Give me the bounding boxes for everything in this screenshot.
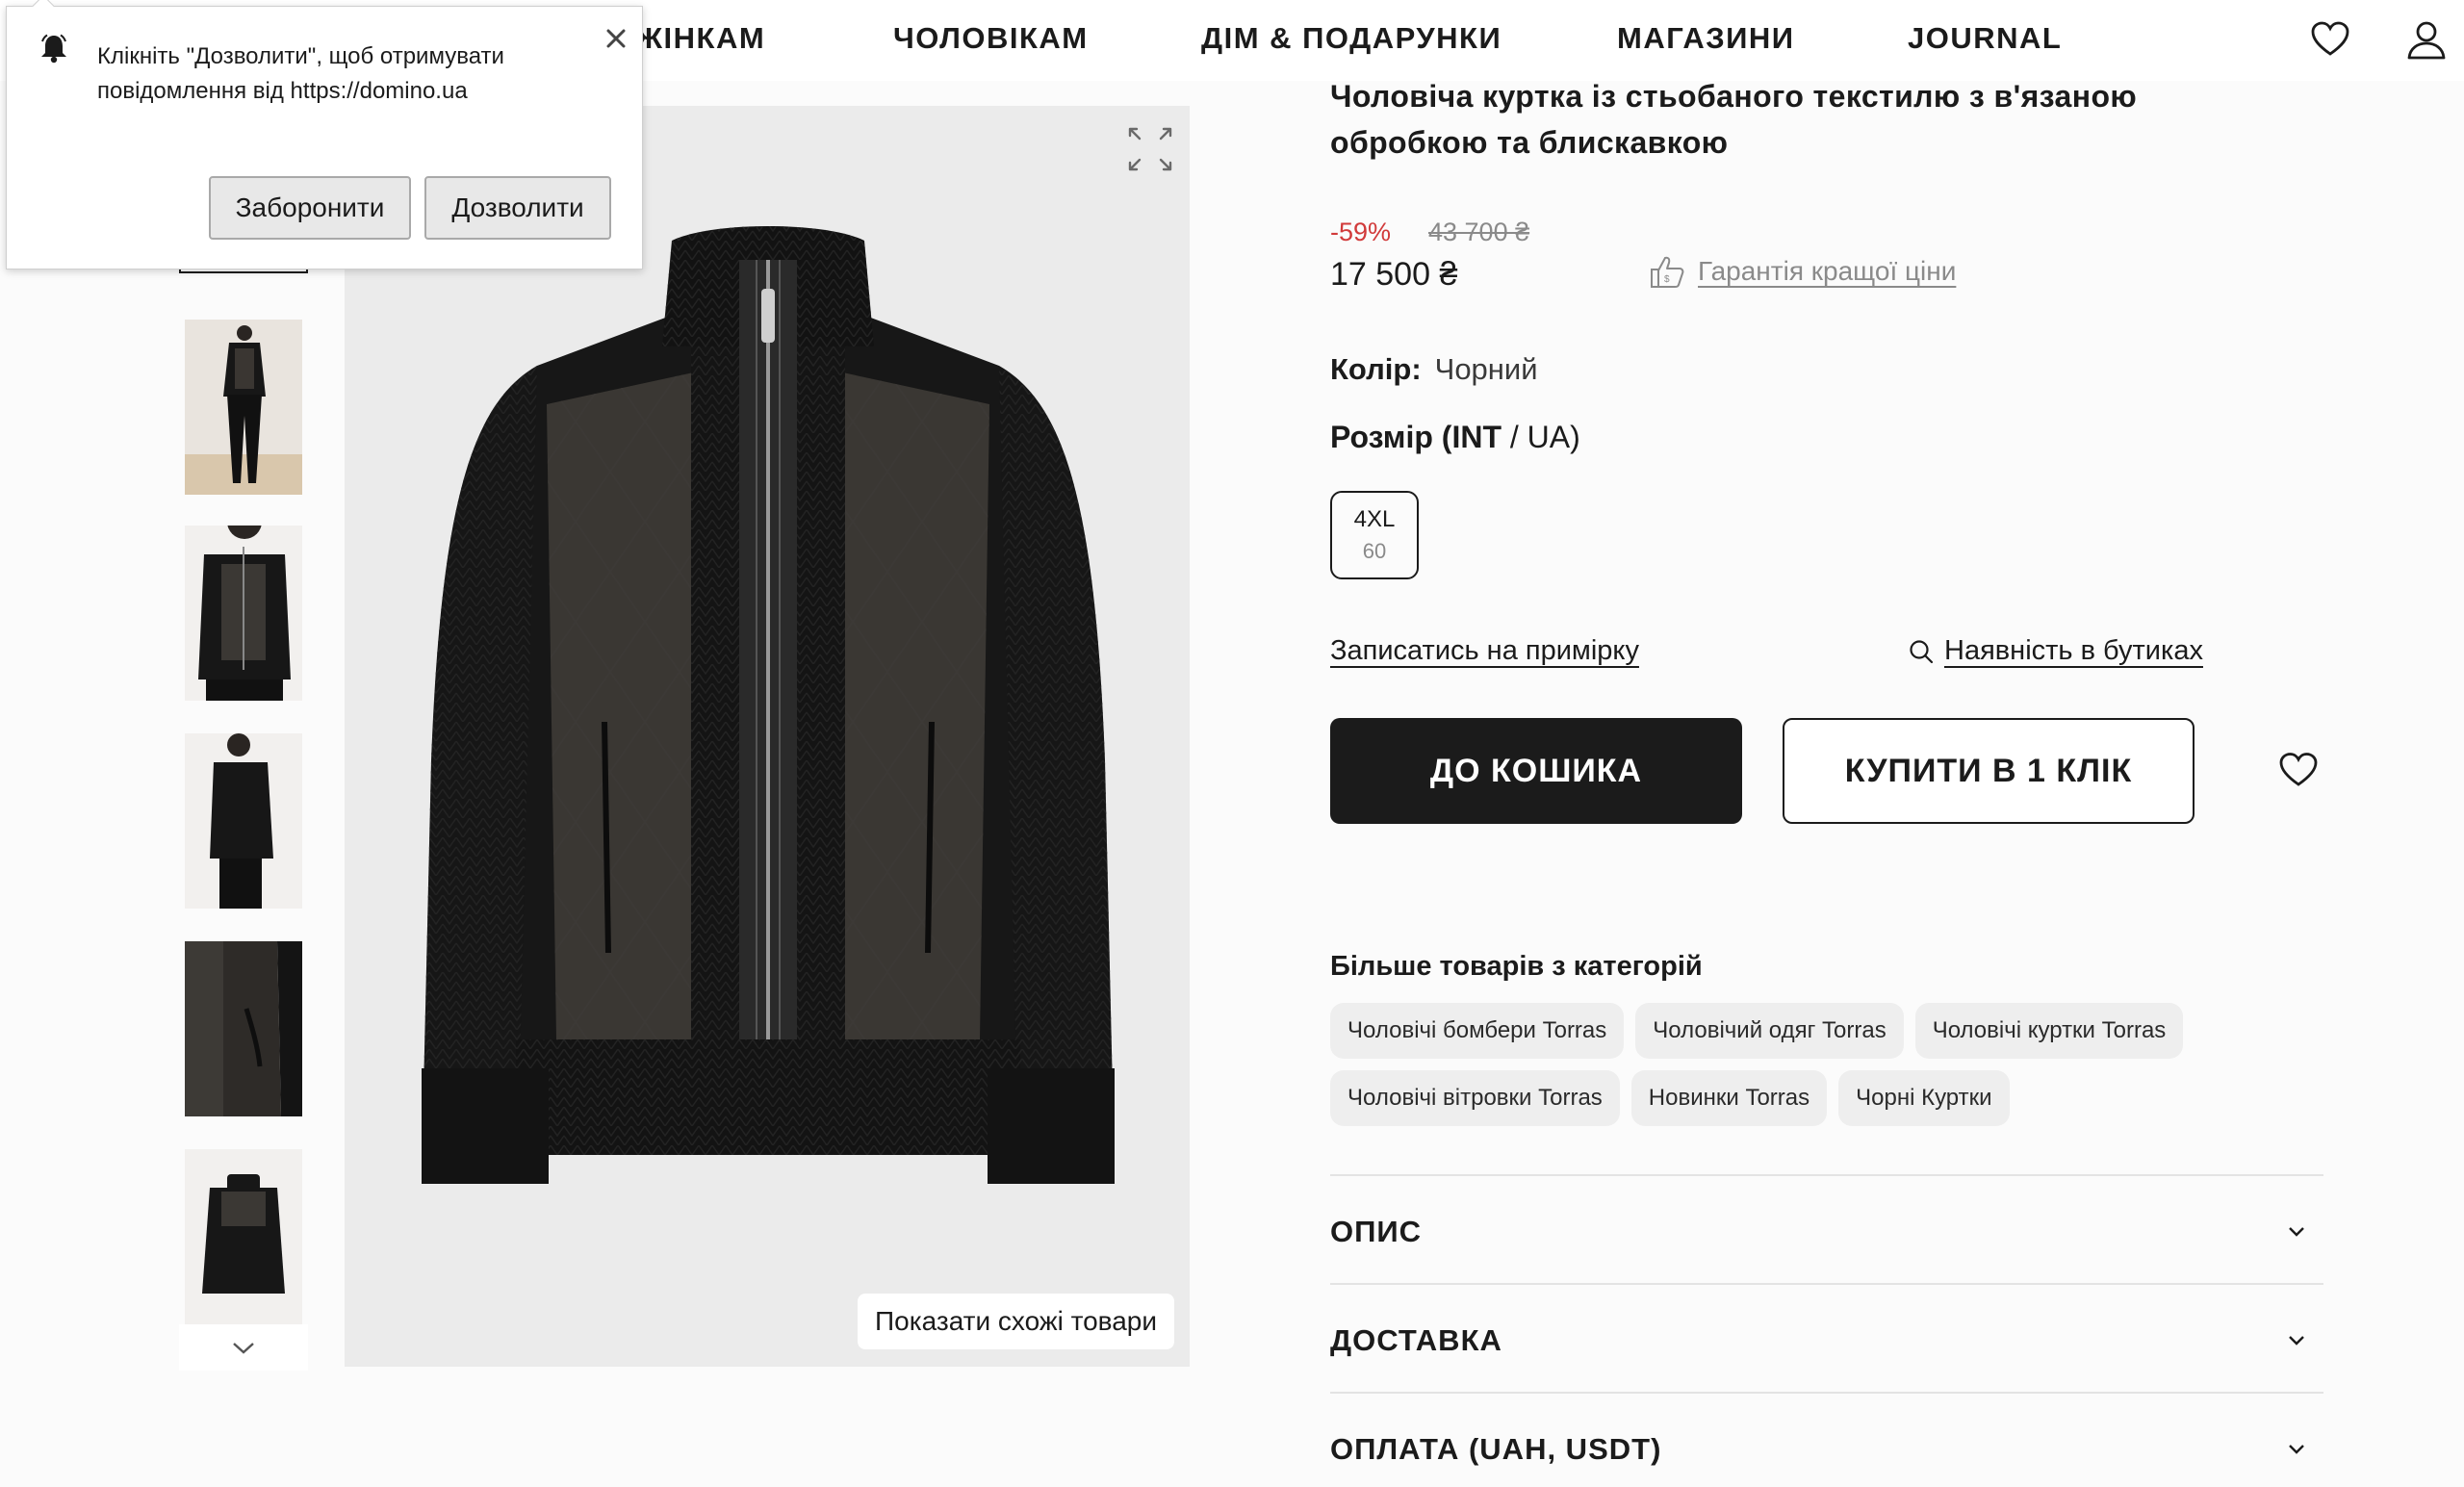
- svg-text:$: $: [1664, 274, 1670, 285]
- thumbnail-pocket-detail[interactable]: [185, 941, 302, 1116]
- nav-men[interactable]: ЧОЛОВІКАМ: [893, 21, 1089, 56]
- category-tags: Чоловічі бомбери Torras Чоловічий одяг T…: [1330, 1003, 2235, 1126]
- category-tag[interactable]: Чоловічий одяг Torras: [1635, 1003, 1904, 1059]
- book-fitting-link[interactable]: Записатись на примірку: [1330, 635, 1639, 667]
- chevron-down-icon: [2289, 1227, 2304, 1237]
- nav-women[interactable]: ЖІНКАМ: [635, 21, 765, 56]
- add-to-cart-button[interactable]: ДО КОШИКА: [1330, 718, 1742, 824]
- best-price-guarantee-label: Гарантія кращої ціни: [1698, 256, 1957, 286]
- notification-message: Клікніть "Дозволити", щоб отримувати пов…: [97, 43, 504, 104]
- show-similar-button[interactable]: Показати схожі товари: [858, 1294, 1174, 1349]
- user-icon[interactable]: [2404, 17, 2449, 62]
- size-int-value: 4XL: [1353, 506, 1396, 532]
- notification-permission-popup: Клікніть "Дозволити", щоб отримувати пов…: [6, 0, 643, 269]
- category-tag[interactable]: Чоловічі вітровки Torras: [1330, 1070, 1620, 1126]
- color-value: Чорний: [1434, 352, 1538, 386]
- old-price: 43 700 ₴: [1428, 218, 1530, 246]
- buy-one-click-button[interactable]: КУПИТИ В 1 КЛІК: [1783, 718, 2194, 824]
- store-availability-link[interactable]: Наявність в бутиках: [1908, 635, 2203, 667]
- thumbnail-side[interactable]: [185, 733, 302, 909]
- deny-notifications-button[interactable]: Заборонити: [209, 176, 411, 240]
- size-label-ua: / UA): [1501, 420, 1580, 454]
- chevron-down-icon: [2289, 1336, 2304, 1346]
- popup-arrow: [32, 0, 55, 17]
- allow-notifications-button[interactable]: Дозволити: [424, 176, 611, 240]
- expand-icon[interactable]: [1124, 123, 1176, 175]
- discount-badge: -59%: [1330, 218, 1392, 246]
- jacket-image: [422, 226, 1115, 1184]
- chevron-down-icon: [233, 1343, 254, 1354]
- accordion-description-label: ОПИС: [1330, 1215, 1423, 1248]
- store-availability-label: Наявність в бутиках: [1944, 635, 2203, 666]
- current-price: 17 500 ₴: [1330, 256, 1458, 293]
- accordion-payment-label: ОПЛАТА (UAH, USDT): [1330, 1432, 1662, 1466]
- color-row: Колір: Чорний: [1330, 352, 1538, 387]
- best-price-guarantee-link[interactable]: $ Гарантія кращої ціни: [1648, 252, 1956, 291]
- size-option-4xl[interactable]: 4XL 60: [1330, 491, 1419, 579]
- nav-stores[interactable]: МАГАЗИНИ: [1617, 21, 1795, 56]
- category-tag[interactable]: Чорні Куртки: [1838, 1070, 2010, 1126]
- size-label-int: Розмір (INT: [1330, 420, 1502, 454]
- accordion-delivery-label: ДОСТАВКА: [1330, 1323, 1502, 1357]
- main-product-image[interactable]: Показати схожі товари: [345, 106, 1190, 1367]
- size-label: Розмір (INT / UA): [1330, 420, 1580, 455]
- heart-icon[interactable]: [2308, 17, 2352, 62]
- thumbnail-back[interactable]: [185, 1149, 302, 1324]
- product-title: Чоловіча куртка із стьобаного текстилю з…: [1330, 79, 2138, 160]
- size-ua-value: 60: [1362, 539, 1387, 563]
- thumbs-up-icon: $: [1651, 256, 1684, 288]
- accordion-delivery[interactable]: ДОСТАВКА: [1330, 1283, 2323, 1391]
- color-label: Колір:: [1330, 352, 1422, 386]
- thumbnail-torso-front[interactable]: [185, 526, 302, 701]
- nav-home-gifts[interactable]: ДІМ & ПОДАРУНКИ: [1201, 21, 1502, 56]
- search-icon: [1910, 639, 1934, 663]
- thumbnail-full-body-front[interactable]: [185, 320, 302, 495]
- heart-icon[interactable]: [2277, 749, 2320, 791]
- thumbnails-scroll-down[interactable]: [179, 1324, 308, 1371]
- chevron-down-icon: [2289, 1445, 2304, 1454]
- bell-icon: [41, 34, 66, 64]
- close-icon[interactable]: [602, 24, 630, 53]
- category-tag[interactable]: Чоловічі куртки Torras: [1914, 1003, 2184, 1059]
- nav-journal[interactable]: JOURNAL: [1908, 21, 2062, 56]
- category-tag[interactable]: Чоловічі бомбери Torras: [1330, 1003, 1625, 1059]
- more-categories-title: Більше товарів з категорій: [1330, 951, 1703, 982]
- accordion-payment[interactable]: ОПЛАТА (UAH, USDT): [1330, 1392, 2323, 1487]
- accordion-description[interactable]: ОПИС: [1330, 1174, 2323, 1282]
- category-tag[interactable]: Новинки Torras: [1630, 1070, 1828, 1126]
